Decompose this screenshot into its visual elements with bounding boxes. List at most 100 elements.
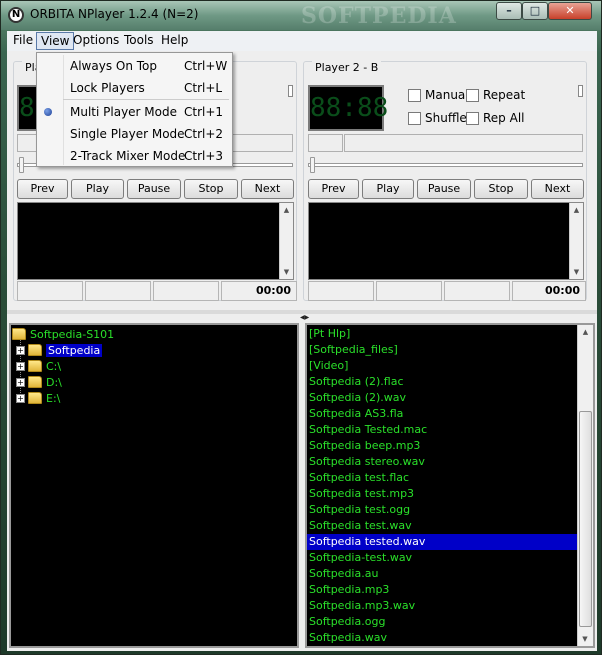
player1-prev-button[interactable]: Prev xyxy=(17,179,68,199)
list-item[interactable]: Softpedia.mp3.wav xyxy=(307,598,593,614)
menu-item-lock-players[interactable]: Lock Players Ctrl+L xyxy=(37,77,232,99)
app-window: N ORBITA NPlayer 1.2.4 (N=2) SOFTPEDIA –… xyxy=(0,0,602,655)
maximize-button[interactable]: □ xyxy=(522,2,548,20)
manual-label: Manual xyxy=(425,88,469,102)
list-item[interactable]: Softpedia AS3.fla xyxy=(307,406,593,422)
player1-pause-button[interactable]: Pause xyxy=(127,179,181,199)
list-item[interactable]: Softpedia.wav xyxy=(307,630,593,646)
player1-volume-slider[interactable] xyxy=(288,85,293,97)
list-item[interactable]: Softpedia.mp3 xyxy=(307,582,593,598)
player2-next-button[interactable]: Next xyxy=(531,179,584,199)
list-item-selected[interactable]: Softpedia tested.wav xyxy=(307,534,577,550)
scroll-up-icon[interactable]: ▲ xyxy=(570,203,583,217)
player2-playlist[interactable]: ▲ ▼ xyxy=(308,202,584,280)
player1-playlist[interactable]: ▲ ▼ xyxy=(17,202,294,280)
scroll-down-icon[interactable]: ▼ xyxy=(280,265,293,279)
tree-item-d[interactable]: + D:\ xyxy=(11,374,297,390)
scroll-down-icon[interactable]: ▼ xyxy=(570,265,583,279)
list-item[interactable]: [Pt Hlp] xyxy=(307,326,593,342)
list-item[interactable]: Softpedia.au xyxy=(307,566,593,582)
player2-status-cell xyxy=(376,281,442,301)
player2-status-bar: 00:00 xyxy=(308,281,588,301)
expand-icon[interactable]: + xyxy=(16,345,25,355)
player2-panel: Player 2 - B 88:88 Manual Repeat Shuffle… xyxy=(303,61,587,301)
folder-icon xyxy=(28,360,42,372)
menu-item-always-on-top[interactable]: Always On Top Ctrl+W xyxy=(37,55,232,77)
menu-item-single-player-mode[interactable]: Single Player Mode Ctrl+2 xyxy=(37,123,232,145)
rep-all-checkbox[interactable]: Rep All xyxy=(466,111,525,125)
menu-separator xyxy=(63,99,229,100)
window-title: ORBITA NPlayer 1.2.4 (N=2) xyxy=(30,7,199,21)
tree-root[interactable]: Softpedia-S101 xyxy=(11,326,297,342)
menu-item-multi-player-mode[interactable]: Multi Player Mode Ctrl+1 xyxy=(37,101,232,123)
player2-time-display: 88:88 xyxy=(308,85,388,131)
menu-bar: File View Options Tools Help xyxy=(7,31,597,51)
player1-stop-button[interactable]: Stop xyxy=(184,179,238,199)
list-item[interactable]: Softpedia.ogg xyxy=(307,614,593,630)
list-item[interactable]: Softpedia stereo.wav xyxy=(307,454,593,470)
player2-prev-button[interactable]: Prev xyxy=(308,179,359,199)
list-item[interactable]: Softpedia (2).wav xyxy=(307,390,593,406)
player2-track-field xyxy=(344,134,583,152)
expand-icon[interactable]: + xyxy=(16,361,25,371)
radio-selected-icon xyxy=(44,108,52,116)
scrollbar-thumb[interactable] xyxy=(579,411,592,627)
list-item[interactable]: [Softpedia_files] xyxy=(307,342,593,358)
player2-status-cell xyxy=(308,281,374,301)
player2-seek-bar[interactable] xyxy=(308,163,583,167)
scroll-up-icon[interactable]: ▲ xyxy=(280,203,293,217)
title-bar[interactable]: N ORBITA NPlayer 1.2.4 (N=2) SOFTPEDIA –… xyxy=(1,1,601,30)
player1-play-button[interactable]: Play xyxy=(71,179,124,199)
player1-status-bar: 00:00 xyxy=(17,281,299,301)
folder-tree[interactable]: Softpedia-S101 + Softpedia + C:\ + D:\ + E:\ xyxy=(9,323,299,648)
player1-seek-handle[interactable] xyxy=(19,157,24,173)
expand-icon[interactable]: + xyxy=(16,393,25,403)
player2-time-label: 00:00 xyxy=(512,281,586,301)
player2-status-cell xyxy=(444,281,510,301)
list-item[interactable]: Softpedia test.ogg xyxy=(307,502,593,518)
player2-playlist-scrollbar[interactable]: ▲ ▼ xyxy=(569,203,583,279)
player1-next-button[interactable]: Next xyxy=(241,179,294,199)
close-button[interactable]: ✕ xyxy=(548,2,592,20)
menu-help[interactable]: Help xyxy=(157,32,192,50)
app-logo-icon: N xyxy=(8,7,24,23)
list-item[interactable]: Softpedia Tested.mac xyxy=(307,422,593,438)
player1-status-cell xyxy=(85,281,151,301)
scroll-down-icon[interactable]: ▼ xyxy=(578,632,592,646)
expand-icon[interactable]: + xyxy=(16,377,25,387)
tree-item-e[interactable]: + E:\ xyxy=(11,390,297,406)
list-item[interactable]: Softpedia beep.mp3 xyxy=(307,438,593,454)
rep-all-label: Rep All xyxy=(483,111,525,125)
shuffle-checkbox[interactable]: Shuffle xyxy=(408,111,467,125)
list-item[interactable]: [Video] xyxy=(307,358,593,374)
list-item[interactable]: Softpedia test.flac xyxy=(307,470,593,486)
menu-file[interactable]: File xyxy=(9,32,37,50)
scroll-up-icon[interactable]: ▲ xyxy=(578,325,593,339)
tree-item-c[interactable]: + C:\ xyxy=(11,358,297,374)
folder-icon xyxy=(12,328,26,340)
player2-pause-button[interactable]: Pause xyxy=(417,179,471,199)
menu-options[interactable]: Options xyxy=(69,32,123,50)
player2-volume-slider[interactable] xyxy=(578,85,583,97)
list-item[interactable]: Softpedia test.mp3 xyxy=(307,486,593,502)
list-item[interactable]: Softpedia test.wav xyxy=(307,518,593,534)
file-list-scrollbar[interactable]: ▲ ▼ xyxy=(577,325,593,646)
player2-stop-button[interactable]: Stop xyxy=(474,179,528,199)
player2-info-field xyxy=(308,134,343,152)
player2-play-button[interactable]: Play xyxy=(362,179,414,199)
manual-checkbox[interactable]: Manual xyxy=(408,88,469,102)
player2-seek-handle[interactable] xyxy=(310,157,315,173)
list-item[interactable]: Softpedia (2).flac xyxy=(307,374,593,390)
repeat-checkbox[interactable]: Repeat xyxy=(466,88,525,102)
menu-item-2-track-mixer-mode[interactable]: 2-Track Mixer Mode Ctrl+3 xyxy=(37,145,232,167)
list-item[interactable]: Softpedia-test.wav xyxy=(307,550,593,566)
view-menu-dropdown: Always On Top Ctrl+W Lock Players Ctrl+L M… xyxy=(36,52,233,167)
player1-playlist-scrollbar[interactable]: ▲ ▼ xyxy=(279,203,293,279)
tree-item-softpedia[interactable]: + Softpedia xyxy=(11,342,297,358)
folder-icon xyxy=(28,376,42,388)
menu-tools[interactable]: Tools xyxy=(120,32,158,50)
file-list[interactable]: [Pt Hlp] [Softpedia_files] [Video] Softp… xyxy=(305,323,595,648)
splitter-arrows-icon[interactable]: ◀▶ xyxy=(300,314,309,321)
player1-status-cell xyxy=(153,281,219,301)
minimize-button[interactable]: – xyxy=(496,2,522,20)
